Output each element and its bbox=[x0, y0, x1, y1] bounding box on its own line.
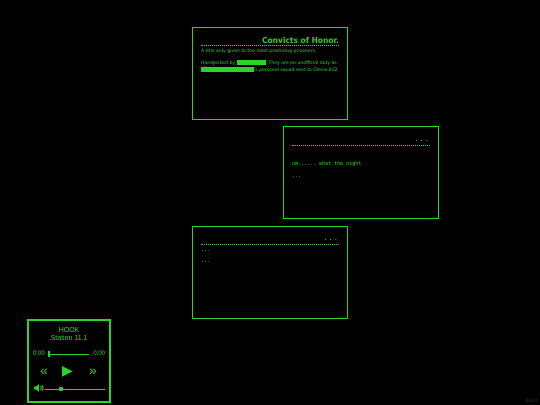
volume-slider[interactable] bbox=[45, 389, 105, 390]
seek-handle[interactable] bbox=[48, 351, 50, 357]
previous-button[interactable]: « bbox=[40, 361, 48, 379]
seek-bar[interactable] bbox=[49, 354, 89, 355]
redacted-block bbox=[201, 66, 254, 72]
redacted-block bbox=[236, 60, 266, 65]
text-fragment: Handpicked by bbox=[201, 61, 236, 66]
text-fragment: . They are on unofficial duty as bbox=[265, 61, 337, 66]
volume-handle[interactable] bbox=[59, 387, 63, 391]
play-button[interactable]: ▶ bbox=[62, 361, 73, 379]
more-dots[interactable]: ... bbox=[323, 234, 339, 242]
empty-panel: ... ... ... bbox=[192, 226, 348, 319]
more-dots[interactable]: ... bbox=[414, 135, 430, 143]
panel-text-paragraph: Handpicked by . They are on unofficial d… bbox=[201, 60, 341, 73]
panel-text-line: A title only given to the most promising… bbox=[201, 49, 317, 54]
track-title: HOOK bbox=[58, 327, 80, 334]
panel-header-rule: ... bbox=[201, 234, 339, 245]
panel-title: Convicts of Honor. bbox=[262, 36, 339, 45]
next-button[interactable]: » bbox=[89, 361, 97, 379]
station-label: Station 11.1 bbox=[50, 335, 88, 342]
placeholder-text: ... bbox=[201, 247, 211, 253]
watermark: Board bbox=[525, 398, 537, 403]
divider bbox=[201, 45, 339, 46]
total-time: 0:00 bbox=[93, 351, 105, 357]
current-time: 0:00 bbox=[33, 351, 45, 357]
message-ellipsis: ... bbox=[292, 173, 302, 179]
message-text: um...... what the night bbox=[292, 161, 362, 167]
lore-panel-convicts: Convicts of Honor. A title only given to… bbox=[192, 27, 348, 120]
chat-panel: ... um...... what the night ... bbox=[283, 126, 439, 219]
radio-player: HOOK Station 11.1 0:00 0:00 « ▶ » bbox=[27, 319, 111, 403]
panel-header-rule: ... bbox=[292, 135, 430, 146]
placeholder-text: ... bbox=[201, 258, 211, 264]
text-fragment: 's personal squad sent to Glesie 832. bbox=[254, 67, 340, 73]
speaker-icon[interactable] bbox=[34, 384, 44, 394]
